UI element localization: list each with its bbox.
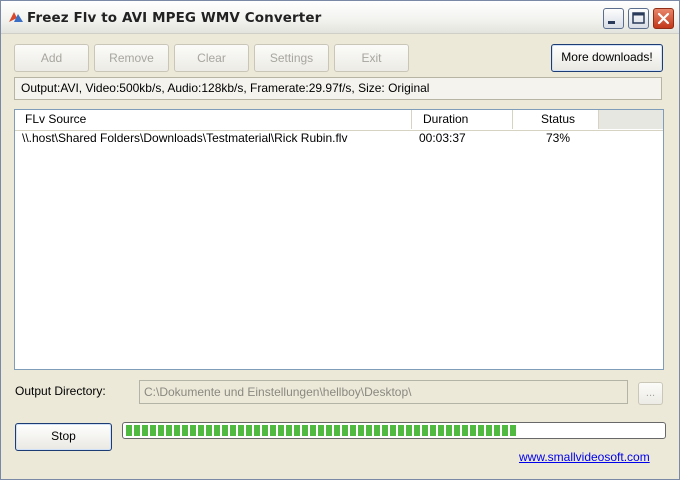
column-header-duration[interactable]: Duration xyxy=(412,110,513,129)
maximize-icon xyxy=(632,12,645,24)
app-icon xyxy=(9,12,23,22)
minimize-button[interactable] xyxy=(603,8,624,29)
settings-button[interactable]: Settings xyxy=(254,44,329,72)
progress-bar xyxy=(122,422,666,439)
close-button[interactable] xyxy=(653,8,674,29)
column-header-source[interactable]: FLv Source xyxy=(15,110,412,129)
title-bar[interactable]: Freez Flv to AVI MPEG WMV Converter xyxy=(1,1,679,34)
exit-button[interactable]: Exit xyxy=(334,44,409,72)
list-item[interactable]: \\.host\Shared Folders\Downloads\Testmat… xyxy=(15,130,663,147)
output-settings-info: Output:AVI, Video:500kb/s, Audio:128kb/s… xyxy=(14,77,662,100)
progress-fill xyxy=(126,425,517,436)
maximize-button[interactable] xyxy=(628,8,649,29)
remove-button[interactable]: Remove xyxy=(94,44,169,72)
output-directory-input[interactable] xyxy=(139,380,628,404)
website-link[interactable]: www.smallvideosoft.com xyxy=(519,450,650,464)
header-filler xyxy=(599,110,663,129)
output-directory-label: Output Directory: xyxy=(15,384,106,398)
more-downloads-button[interactable]: More downloads! xyxy=(551,44,663,72)
status-cell: 73% xyxy=(546,131,571,145)
source-cell: \\.host\Shared Folders\Downloads\Testmat… xyxy=(22,131,348,145)
file-list[interactable]: FLv Source Duration Status \\.host\Share… xyxy=(14,109,664,370)
app-window: Freez Flv to AVI MPEG WMV Converter Add … xyxy=(0,0,680,480)
add-button[interactable]: Add xyxy=(14,44,89,72)
browse-button[interactable]: ... xyxy=(638,382,663,405)
close-icon xyxy=(657,12,670,25)
list-header: FLv Source Duration Status xyxy=(15,110,663,131)
clear-button[interactable]: Clear xyxy=(174,44,249,72)
stop-button[interactable]: Stop xyxy=(15,423,112,451)
duration-cell: 00:03:37 xyxy=(419,131,466,145)
minimize-icon xyxy=(608,21,615,24)
column-header-status[interactable]: Status xyxy=(513,110,599,129)
window-title: Freez Flv to AVI MPEG WMV Converter xyxy=(27,10,322,26)
